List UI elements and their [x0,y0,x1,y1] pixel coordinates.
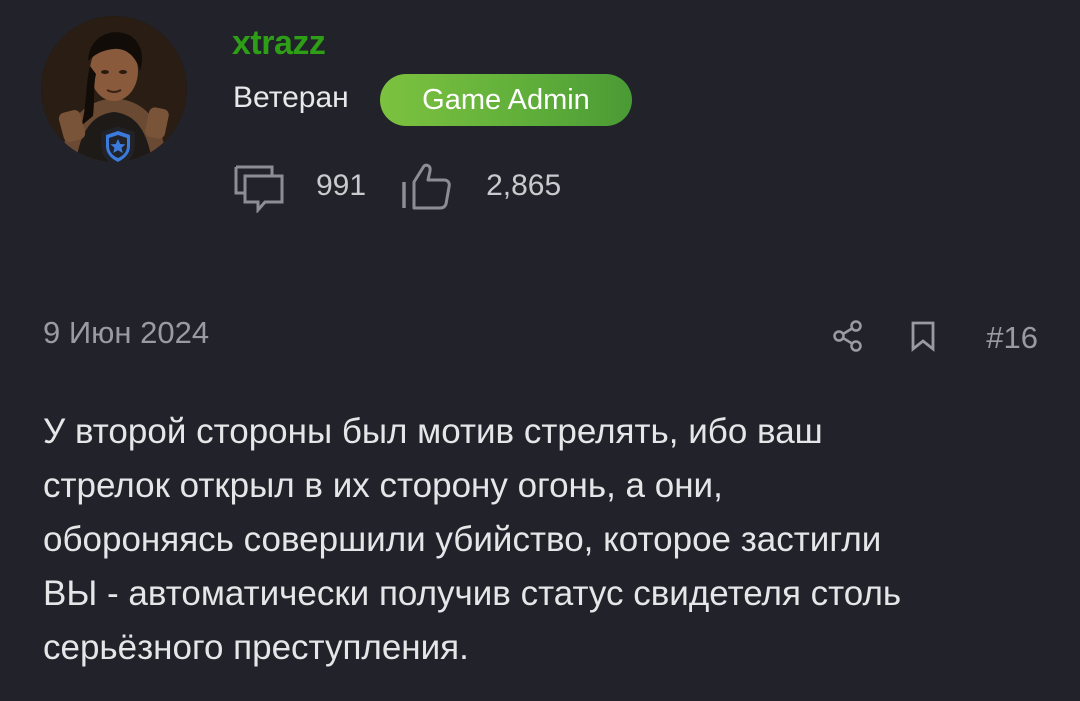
thumbs-up-icon [400,160,452,212]
author-avatar-container[interactable] [41,16,187,167]
speech-bubble-icon [232,159,286,213]
forum-post: xtrazz Ветеран Game Admin 991 2,865 9 Ию… [0,0,1080,701]
post-body-line: стрелок открыл в их сторону огонь, а они… [43,466,723,505]
post-number-link[interactable]: #16 [986,319,1038,357]
post-body: У второй стороны был мотив стрелять, ибо… [43,405,1043,675]
post-body-line: ВЫ - автоматически получив статус свидет… [43,574,902,613]
shield-star-icon [99,126,137,167]
role-badge-label: Game Admin [422,84,590,116]
role-badge: Game Admin [380,74,632,126]
bookmark-icon[interactable] [910,320,936,357]
author-username[interactable]: xtrazz [232,22,326,64]
author-rank: Ветеран [233,81,349,114]
author-stats: 991 2,865 [232,158,561,214]
post-body-line: У второй стороны был мотив стрелять, ибо… [43,412,823,451]
messages-count: 991 [316,169,367,202]
reactions-count: 2,865 [486,169,562,202]
share-icon[interactable] [832,319,864,358]
post-body-line: обороняясь совершили убийство, которое з… [43,520,882,559]
post-actions: #16 [832,316,1038,360]
post-body-line: серьёзного преступления. [43,628,469,667]
post-date[interactable]: 9 Июн 2024 [43,314,209,352]
